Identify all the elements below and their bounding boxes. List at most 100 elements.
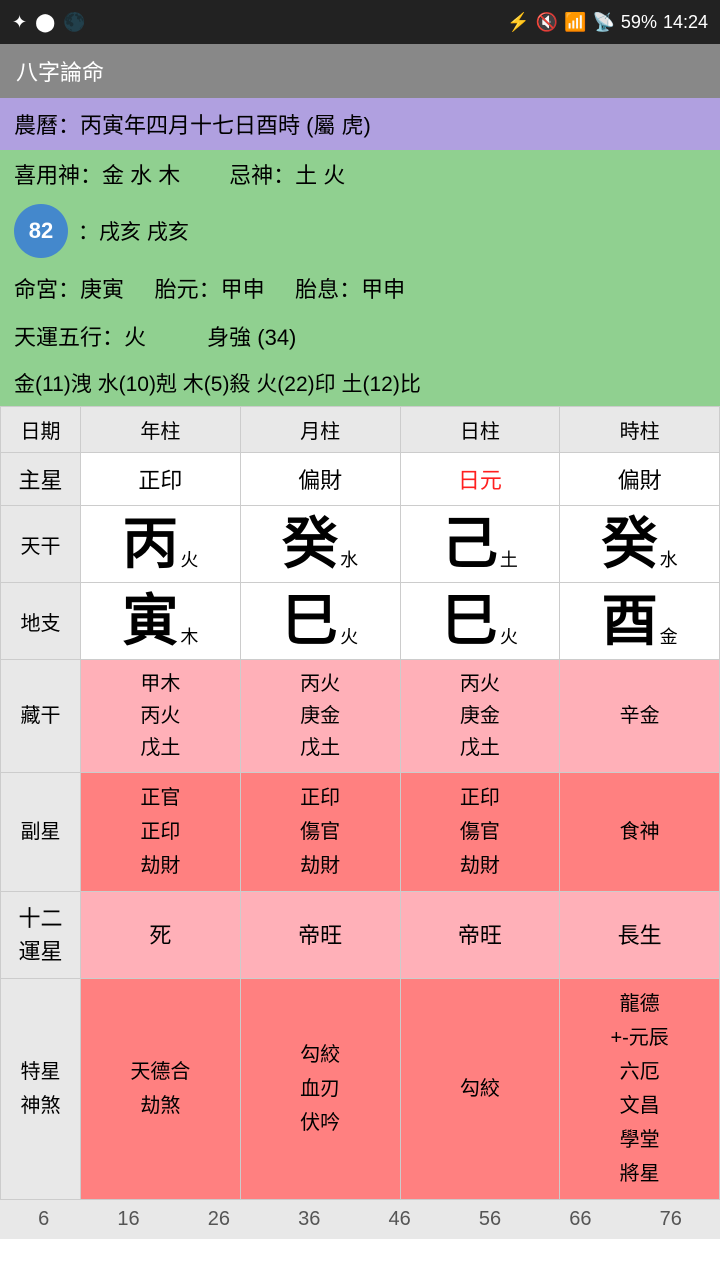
label-yunxing: 十二 運星 xyxy=(1,892,81,979)
header-shizhu: 時柱 xyxy=(560,407,720,453)
zhuxing-nian: 正印 xyxy=(81,453,241,506)
tiangan-ri: 己 土 xyxy=(400,506,560,583)
status-left: ✦ ⬤ 🌑 xyxy=(12,12,86,33)
shengqiang-text: 身強 (34) xyxy=(207,325,296,350)
yunxing-yue: 帝旺 xyxy=(240,892,400,979)
fuxing-ri: 正印 傷官 劫財 xyxy=(400,773,560,892)
dizhi-shi-sub: 金 xyxy=(660,623,678,649)
texing-ri: 勾絞 xyxy=(400,979,560,1200)
signal-icon: 📡 xyxy=(593,12,615,33)
dizhi-yue-char: 巳 xyxy=(282,593,338,649)
header-rizhu: 日柱 xyxy=(400,407,560,453)
title-bar: 八字論命 xyxy=(0,44,720,98)
bottom-num-6: 66 xyxy=(569,1208,591,1231)
label-tiangan: 天干 xyxy=(1,506,81,583)
face-icon: 🌑 xyxy=(63,12,85,33)
xiyong-section: 喜用神：金 水 木 忌神：土 火 xyxy=(0,150,720,198)
xiyong-text: 喜用神：金 水 木 xyxy=(14,163,180,188)
label-fuxing: 副星 xyxy=(1,773,81,892)
zhuxing-row: 主星 正印 偏財 日元 偏財 xyxy=(1,453,720,506)
dizhi-row: 地支 寅 木 巳 火 巳 火 xyxy=(1,583,720,660)
jishen-text: 忌神：土 火 xyxy=(229,163,345,188)
dizhi-ri-sub: 火 xyxy=(500,623,518,649)
lunar-date-text: 農曆：丙寅年四月十七日酉時 (屬 虎) xyxy=(14,113,371,138)
bottom-num-7: 76 xyxy=(660,1208,682,1231)
nayin-text: ：戌亥 戌亥 xyxy=(78,216,189,246)
taiyuan-text: 胎元：甲申 xyxy=(155,277,265,302)
dizhi-yue-sub: 火 xyxy=(340,623,358,649)
tiangan-row: 天干 丙 火 癸 水 己 土 xyxy=(1,506,720,583)
bottom-num-3: 36 xyxy=(298,1208,320,1231)
tiangan-yue-sub: 水 xyxy=(340,546,358,572)
tiangan-ri-sub: 土 xyxy=(500,546,518,572)
yunxing-row: 十二 運星 死 帝旺 帝旺 長生 xyxy=(1,892,720,979)
header-riqi: 日期 xyxy=(1,407,81,453)
tianyun-text: 天運五行：火 xyxy=(14,325,146,350)
label-zhuxing: 主星 xyxy=(1,453,81,506)
texing-shi: 龍德 +-元辰 六厄 文昌 學堂 將星 xyxy=(560,979,720,1200)
battery-text: 59% xyxy=(621,12,657,33)
clock: 14:24 xyxy=(663,12,708,33)
texing-yue: 勾絞 血刃 伏吟 xyxy=(240,979,400,1200)
bazi-table: 日期 年柱 月柱 日柱 時柱 主星 正印 偏財 日元 偏財 天干 丙 火 癸 xyxy=(0,406,720,1200)
yunxing-shi: 長生 xyxy=(560,892,720,979)
bottom-numbers-row: 6 16 26 36 46 56 66 76 xyxy=(0,1200,720,1239)
fuxing-shi: 食神 xyxy=(560,773,720,892)
tiangan-yue-char: 癸 xyxy=(282,516,338,572)
minggong-section: 命宮：庚寅 胎元：甲申 胎息：甲申 xyxy=(0,264,720,312)
label-texing: 特星 神煞 xyxy=(1,979,81,1200)
label-zanggan: 藏干 xyxy=(1,660,81,773)
bottom-num-4: 46 xyxy=(389,1208,411,1231)
bottom-num-0: 6 xyxy=(38,1208,49,1231)
dizhi-ri-char: 巳 xyxy=(442,593,498,649)
bluetooth-icon: ⚡ xyxy=(507,12,529,33)
wifi-icon: 📶 xyxy=(564,12,586,33)
dizhi-nian-char: 寅 xyxy=(122,593,178,649)
zhuxing-yue: 偏財 xyxy=(240,453,400,506)
fuxing-row: 副星 正官 正印 劫財 正印 傷官 劫財 正印 傷官 劫財 食神 xyxy=(1,773,720,892)
zanggan-row: 藏干 甲木 丙火 戊土 丙火 庚金 戊土 丙火 庚金 戊土 辛金 xyxy=(1,660,720,773)
yunxing-ri: 帝旺 xyxy=(400,892,560,979)
texing-row: 特星 神煞 天德合 劫煞 勾絞 血刃 伏吟 勾絞 龍德 +-元辰 六厄 文昌 學… xyxy=(1,979,720,1200)
label-dizhi: 地支 xyxy=(1,583,81,660)
zanggan-yue: 丙火 庚金 戊土 xyxy=(240,660,400,773)
tiangan-nian-sub: 火 xyxy=(180,546,198,572)
tiangan-shi: 癸 水 xyxy=(560,506,720,583)
tiangan-yue: 癸 水 xyxy=(240,506,400,583)
bottom-num-1: 16 xyxy=(117,1208,139,1231)
bottom-num-2: 26 xyxy=(208,1208,230,1231)
tiangan-nian: 丙 火 xyxy=(81,506,241,583)
mute-icon: 🔇 xyxy=(536,12,558,33)
score-badge: 82 xyxy=(14,204,68,258)
dizhi-shi-char: 酉 xyxy=(602,593,658,649)
dizhi-shi: 酉 金 xyxy=(560,583,720,660)
header-nianzhu: 年柱 xyxy=(81,407,241,453)
star-icon: ✦ xyxy=(12,12,27,33)
header-yuezhu: 月柱 xyxy=(240,407,400,453)
status-bar: ✦ ⬤ 🌑 ⚡ 🔇 📶 📡 59% 14:24 xyxy=(0,0,720,44)
minggong-text: 命宮：庚寅 xyxy=(14,277,124,302)
table-header-row: 日期 年柱 月柱 日柱 時柱 xyxy=(1,407,720,453)
zanggan-ri: 丙火 庚金 戊土 xyxy=(400,660,560,773)
dizhi-nian-sub: 木 xyxy=(180,623,198,649)
tianyun-section: 天運五行：火 身強 (34) xyxy=(0,312,720,360)
dizhi-yue: 巳 火 xyxy=(240,583,400,660)
zanggan-nian: 甲木 丙火 戊土 xyxy=(81,660,241,773)
dizhi-ri: 巳 火 xyxy=(400,583,560,660)
tiangan-shi-sub: 水 xyxy=(660,546,678,572)
status-icons: ⚡ 🔇 📶 📡 59% 14:24 xyxy=(507,12,708,33)
yunxing-nian: 死 xyxy=(81,892,241,979)
lunar-date-section: 農曆：丙寅年四月十七日酉時 (屬 虎) xyxy=(0,98,720,150)
nayin-section: 82 ：戌亥 戌亥 xyxy=(0,198,720,264)
taixi-text: 胎息：甲申 xyxy=(295,277,405,302)
zhuxing-ri: 日元 xyxy=(400,453,560,506)
texing-nian: 天德合 劫煞 xyxy=(81,979,241,1200)
zhuxing-shi: 偏財 xyxy=(560,453,720,506)
app-title: 八字論命 xyxy=(16,55,104,87)
dizhi-nian: 寅 木 xyxy=(81,583,241,660)
fiveelements-section: 金(11)洩 水(10)剋 木(5)殺 火(22)印 土(12)比 xyxy=(0,360,720,406)
tiangan-ri-char: 己 xyxy=(442,516,498,572)
bottom-num-5: 56 xyxy=(479,1208,501,1231)
fuxing-yue: 正印 傷官 劫財 xyxy=(240,773,400,892)
zanggan-shi: 辛金 xyxy=(560,660,720,773)
